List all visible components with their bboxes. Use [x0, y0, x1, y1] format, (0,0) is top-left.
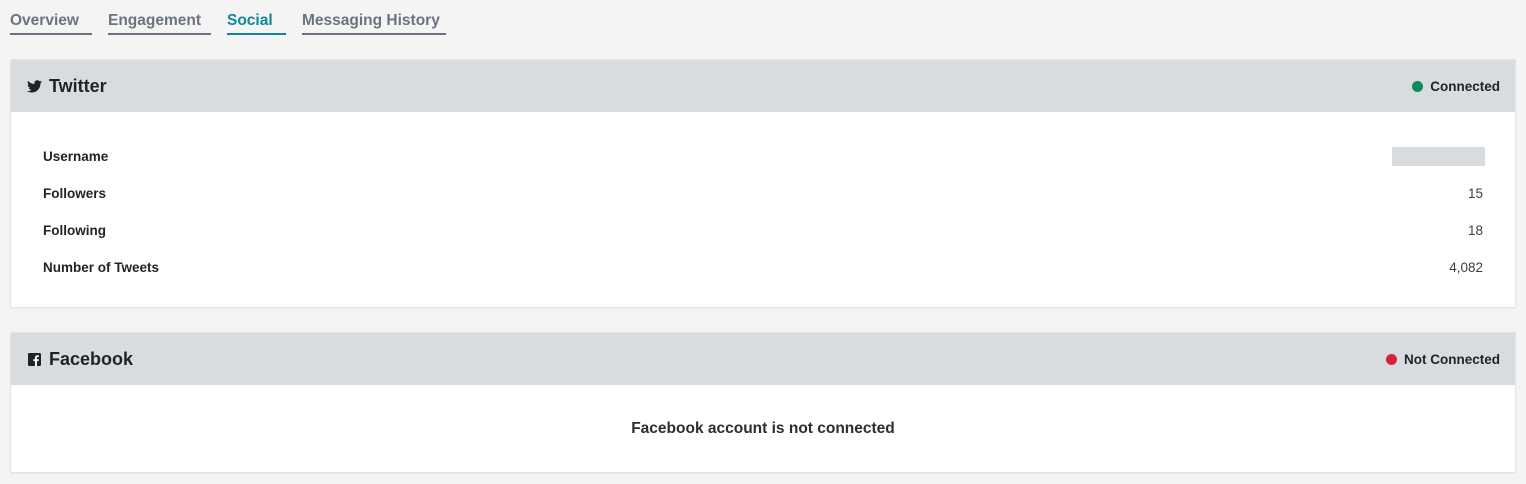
followers-value: 15 [1467, 186, 1483, 201]
detail-row-followers: Followers 15 [43, 175, 1483, 212]
tweets-value: 4,082 [1449, 260, 1483, 275]
facebook-status-text: Not Connected [1404, 351, 1500, 367]
facebook-icon [26, 351, 42, 367]
twitter-status-text: Connected [1430, 78, 1500, 94]
following-value: 18 [1467, 223, 1483, 238]
username-label: Username [43, 149, 109, 164]
facebook-card: Facebook Not Connected Facebook account … [10, 332, 1516, 473]
detail-row-tweets: Number of Tweets 4,082 [43, 249, 1483, 286]
tab-social[interactable]: Social [227, 0, 286, 35]
username-redacted-value [1392, 147, 1485, 166]
twitter-card-title: Twitter [26, 76, 107, 97]
facebook-status-badge: Not Connected [1386, 352, 1500, 367]
status-dot-not-connected [1386, 353, 1397, 365]
detail-row-following: Following 18 [43, 212, 1483, 249]
following-label: Following [43, 223, 106, 238]
tab-engagement[interactable]: Engagement [108, 0, 211, 35]
tab-messaging-history[interactable]: Messaging History [302, 0, 446, 35]
facebook-card-title: Facebook [26, 349, 133, 370]
twitter-card-title-text: Twitter [49, 75, 107, 96]
twitter-card: Twitter Connected Username Followers 15 … [10, 59, 1516, 308]
facebook-card-header: Facebook Not Connected [11, 333, 1515, 385]
tab-bar: Overview Engagement Social Messaging His… [10, 0, 462, 36]
twitter-details: Username Followers 15 Following 18 Numbe… [11, 112, 1515, 286]
twitter-card-header: Twitter Connected [11, 60, 1515, 112]
tweets-label: Number of Tweets [43, 260, 160, 275]
detail-row-username: Username [43, 138, 1485, 175]
facebook-card-title-text: Facebook [49, 348, 134, 369]
facebook-empty-message: Facebook account is not connected [631, 420, 895, 437]
twitter-icon [26, 78, 42, 94]
twitter-status-badge: Connected [1412, 79, 1500, 94]
status-dot-connected [1412, 80, 1424, 92]
tab-overview[interactable]: Overview [10, 0, 92, 35]
followers-label: Followers [43, 186, 107, 201]
